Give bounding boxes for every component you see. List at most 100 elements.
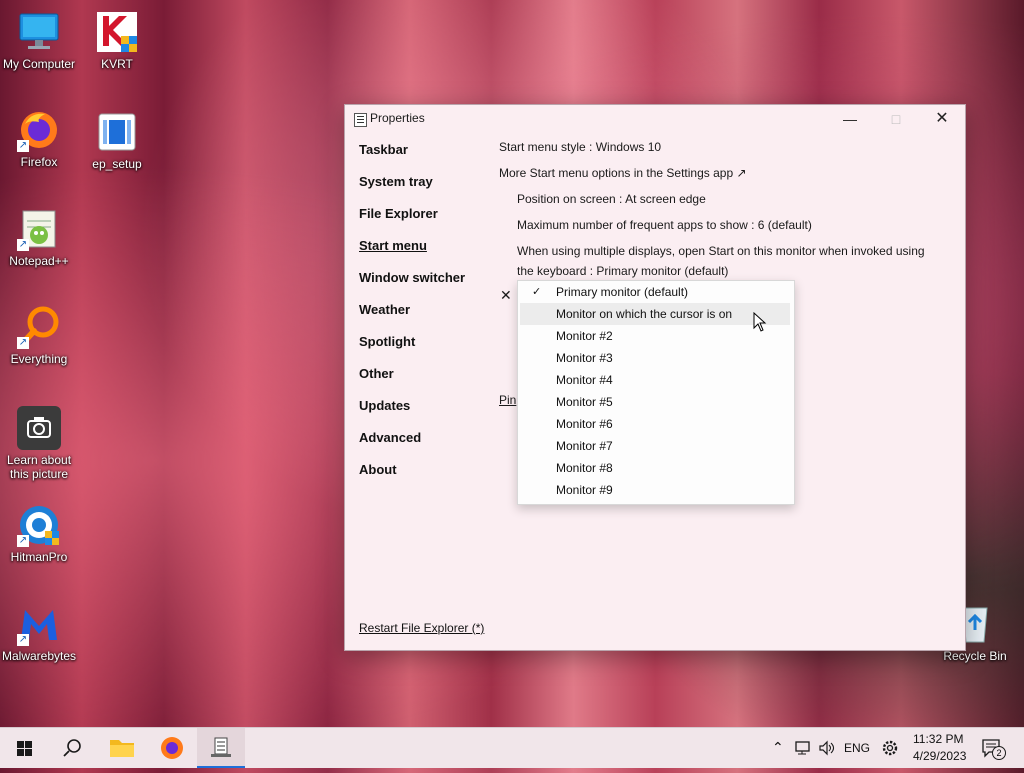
close-button[interactable]: ✕ (919, 105, 965, 133)
dropdown-item-monitor-6[interactable]: Monitor #6 (520, 413, 790, 435)
start-button[interactable] (0, 728, 48, 768)
desktop-icon-label: Malwarebytes (1, 649, 77, 663)
desktop-icon-malwarebytes[interactable]: ↗ Malwarebytes (0, 602, 78, 663)
checkmark-icon: ✓ (532, 286, 542, 298)
folder-icon (110, 740, 134, 757)
dropdown-item-label: Monitor #9 (556, 483, 613, 497)
desktop-icon-label: Firefox (20, 155, 58, 169)
dropdown-item-primary-monitor[interactable]: ✓ Primary monitor (default) (520, 281, 790, 303)
dropdown-item-monitor-7[interactable]: Monitor #7 (520, 435, 790, 457)
pin-option-link[interactable]: Pin (499, 393, 516, 407)
multi-display-option-line2[interactable]: the keyboard : Primary monitor (default) (517, 264, 728, 278)
desktop-icon-label: My Computer (2, 57, 76, 71)
minimize-button[interactable]: — (827, 105, 873, 133)
clock-time[interactable]: 11:32 PM (913, 732, 963, 746)
desktop-icon-notepadpp[interactable]: ↗ Notepad++ (0, 207, 78, 268)
firefox-icon (161, 737, 183, 759)
firefox-icon: ↗ (17, 108, 61, 152)
dropdown-item-label: Monitor #8 (556, 461, 613, 475)
sidebar-item-start-menu[interactable]: Start menu (359, 238, 427, 253)
clock-date[interactable]: 4/29/2023 (913, 749, 966, 763)
desktop-icon-kvrt[interactable]: KVRT (78, 10, 156, 71)
desktop-icon-my-computer[interactable]: My Computer (0, 10, 78, 71)
dropdown-item-label: Primary monitor (default) (556, 285, 689, 299)
desktop-icon-label: KVRT (101, 57, 133, 71)
desktop-icon-label: Learn about this picture (6, 453, 72, 481)
dropdown-item-label: Monitor #6 (556, 417, 613, 431)
position-on-screen-option[interactable]: Position on screen : At screen edge (517, 192, 706, 206)
desktop-icon-learn-picture[interactable]: Learn about this picture (0, 406, 78, 481)
window-title: Properties (370, 111, 425, 125)
settings-app-link[interactable]: More Start menu options in the Settings … (499, 166, 747, 180)
search-button[interactable] (48, 728, 96, 768)
dropdown-item-label: Monitor #7 (556, 439, 613, 453)
shortcut-arrow-icon: ↗ (17, 239, 29, 251)
desktop-icon-label: Recycle Bin (943, 649, 1007, 663)
search-icon (63, 739, 81, 757)
gear-icon[interactable] (881, 739, 899, 762)
shortcut-arrow-icon: ↗ (17, 634, 29, 646)
notification-center-icon[interactable]: 2 (981, 738, 1006, 765)
firefox-taskbar-button[interactable] (148, 728, 196, 768)
notepadpp-icon: ↗ (17, 207, 61, 251)
dropdown-item-monitor-4[interactable]: Monitor #4 (520, 369, 790, 391)
kvrt-shield-icon (95, 10, 139, 54)
sidebar-item-advanced[interactable]: Advanced (359, 430, 421, 445)
sidebar-item-updates[interactable]: Updates (359, 398, 410, 413)
windows-logo-icon (17, 741, 32, 756)
magnifier-icon: ↗ (17, 305, 61, 349)
max-frequent-apps-option[interactable]: Maximum number of frequent apps to show … (517, 218, 812, 232)
language-indicator[interactable]: ENG (844, 741, 870, 755)
properties-taskbar-button[interactable] (197, 728, 245, 768)
dropdown-item-label: Monitor #3 (556, 351, 613, 365)
desktop-icon-firefox[interactable]: ↗ Firefox (0, 108, 78, 169)
desktop-icon-hitmanpro[interactable]: ↗ HitmanPro (0, 503, 78, 564)
hitmanpro-target-icon: ↗ (17, 503, 61, 547)
dropdown-item-label: Monitor #5 (556, 395, 613, 409)
title-bar[interactable]: Properties — □ ✕ (345, 105, 965, 133)
dropdown-item-label: Monitor on which the cursor is on (556, 307, 733, 321)
desktop-icon-ep-setup[interactable]: ep_setup (78, 110, 156, 171)
shortcut-arrow-icon: ↗ (17, 140, 29, 152)
shortcut-arrow-icon: ↗ (17, 337, 29, 349)
maximize-button[interactable]: □ (873, 105, 919, 133)
tray-overflow-chevron-icon[interactable]: ⌃ (772, 739, 784, 756)
sidebar-item-system-tray[interactable]: System tray (359, 174, 433, 189)
dropdown-item-monitor-2[interactable]: Monitor #2 (520, 325, 790, 347)
desktop-icon-label: ep_setup (92, 157, 142, 171)
multi-display-option-line1[interactable]: When using multiple displays, open Start… (517, 244, 925, 258)
installer-icon (95, 110, 139, 154)
disabled-x-icon: ✕ (500, 287, 512, 303)
dropdown-item-monitor-3[interactable]: Monitor #3 (520, 347, 790, 369)
sidebar-item-taskbar[interactable]: Taskbar (359, 142, 408, 157)
desktop-icon-label: Notepad++ (9, 254, 69, 268)
desktop-icon-everything[interactable]: ↗ Everything (0, 305, 78, 366)
camera-icon (17, 406, 61, 450)
start-menu-style-option[interactable]: Start menu style : Windows 10 (499, 140, 661, 154)
notification-count-badge: 2 (992, 746, 1006, 760)
dropdown-item-label: Monitor #2 (556, 329, 613, 343)
dropdown-item-monitor-8[interactable]: Monitor #8 (520, 457, 790, 479)
malwarebytes-icon: ↗ (17, 602, 61, 646)
dropdown-item-label: Monitor #4 (556, 373, 613, 387)
desktop-icon-label: HitmanPro (10, 550, 68, 564)
properties-app-icon (211, 737, 231, 757)
file-explorer-taskbar-button[interactable] (98, 728, 146, 768)
dropdown-item-monitor-5[interactable]: Monitor #5 (520, 391, 790, 413)
volume-icon[interactable] (818, 740, 836, 761)
dropdown-item-monitor-9[interactable]: Monitor #9 (520, 479, 790, 501)
sidebar-item-spotlight[interactable]: Spotlight (359, 334, 415, 349)
sidebar-item-window-switcher[interactable]: Window switcher (359, 270, 465, 285)
network-icon[interactable] (794, 740, 812, 761)
sidebar-item-weather[interactable]: Weather (359, 302, 410, 317)
desktop-icon-label: Everything (10, 352, 68, 366)
shortcut-arrow-icon: ↗ (17, 535, 29, 547)
app-icon (354, 113, 367, 127)
sidebar-item-about[interactable]: About (359, 462, 397, 477)
dropdown-item-cursor-monitor[interactable]: Monitor on which the cursor is on (520, 303, 790, 325)
taskbar: ⌃ ENG 11:32 PM 4/29/2023 2 (0, 727, 1024, 768)
restart-file-explorer-link[interactable]: Restart File Explorer (*) (359, 621, 484, 635)
monitor-icon (17, 10, 61, 54)
sidebar-item-file-explorer[interactable]: File Explorer (359, 206, 438, 221)
sidebar-item-other[interactable]: Other (359, 366, 394, 381)
